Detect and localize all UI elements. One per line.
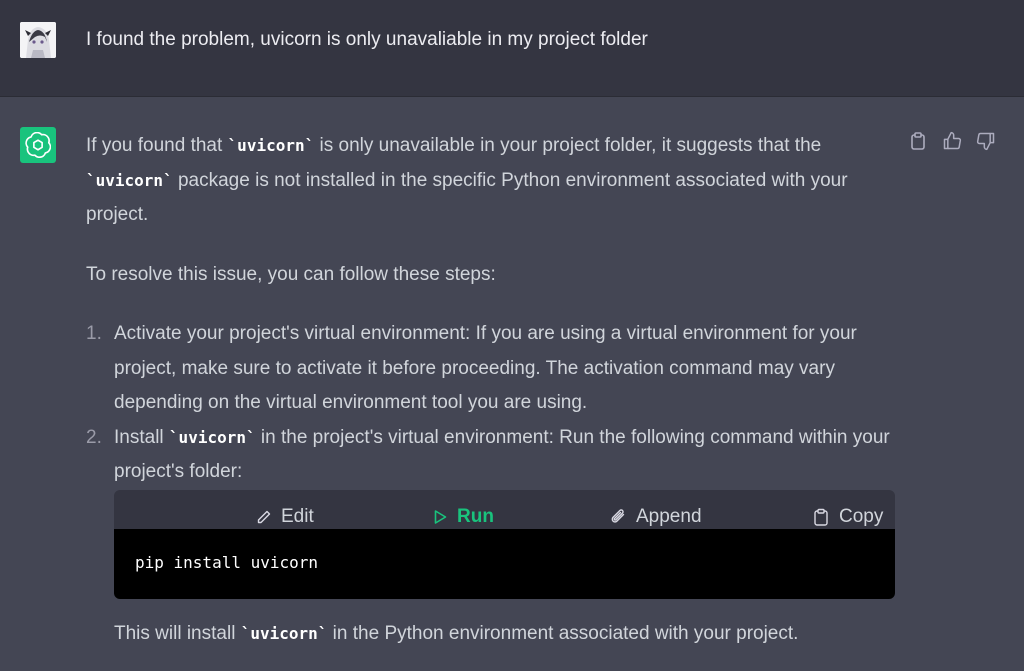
inline-code: `uvicorn` <box>240 623 328 643</box>
resolve-paragraph: To resolve this issue, you can follow th… <box>86 263 496 285</box>
pencil-icon <box>257 510 271 523</box>
paperclip-icon <box>611 509 625 523</box>
code-toolbar: Edit Run Append Copy <box>114 489 895 529</box>
play-icon <box>434 509 447 524</box>
inline-code: `uvicorn` <box>168 427 256 447</box>
list-item: 1. Activate your project's virtual envir… <box>86 317 898 421</box>
code-content: pip install uvicorn <box>114 528 895 599</box>
clipboard-icon <box>814 508 828 526</box>
clipboard-icon[interactable] <box>908 131 928 151</box>
list-item-text: Activate your project's virtual environm… <box>114 323 857 413</box>
user-avatar <box>20 22 56 58</box>
list-item-number: 1. <box>86 323 102 344</box>
after-paragraph: This will install `uvicorn` in the Pytho… <box>114 622 799 644</box>
list-item: 2. Install `uvicorn` in the project's vi… <box>86 421 898 490</box>
thumbs-down-icon[interactable] <box>976 131 996 151</box>
copy-button[interactable]: Copy <box>812 500 883 535</box>
thumbs-up-icon[interactable] <box>942 131 962 151</box>
chatgpt-logo-icon <box>20 127 56 163</box>
intro-paragraph: If you found that `uvicorn` is only unav… <box>86 135 848 225</box>
inline-code: `uvicorn` <box>86 170 173 190</box>
inline-code: `uvicorn` <box>227 136 315 155</box>
run-label: Run <box>457 505 494 527</box>
user-message-row: I found the problem, uvicorn is only una… <box>0 0 1024 97</box>
list-item-number: 2. <box>86 426 102 448</box>
message-actions <box>908 131 996 151</box>
edit-button[interactable]: Edit <box>256 500 314 535</box>
append-button[interactable]: Append <box>609 500 702 535</box>
code-block: Edit Run Append Copy pip install uvicorn <box>114 489 895 599</box>
steps-list: 1. Activate your project's virtual envir… <box>86 317 898 490</box>
assistant-message-content: If you found that `uvicorn` is only unav… <box>86 129 898 651</box>
copy-label: Copy <box>839 505 884 527</box>
user-message-text: I found the problem, uvicorn is only una… <box>86 29 648 50</box>
append-label: Append <box>636 505 702 527</box>
run-button[interactable]: Run <box>432 500 494 535</box>
assistant-message-row: If you found that `uvicorn` is only unav… <box>0 97 1024 671</box>
edit-label: Edit <box>281 505 314 527</box>
